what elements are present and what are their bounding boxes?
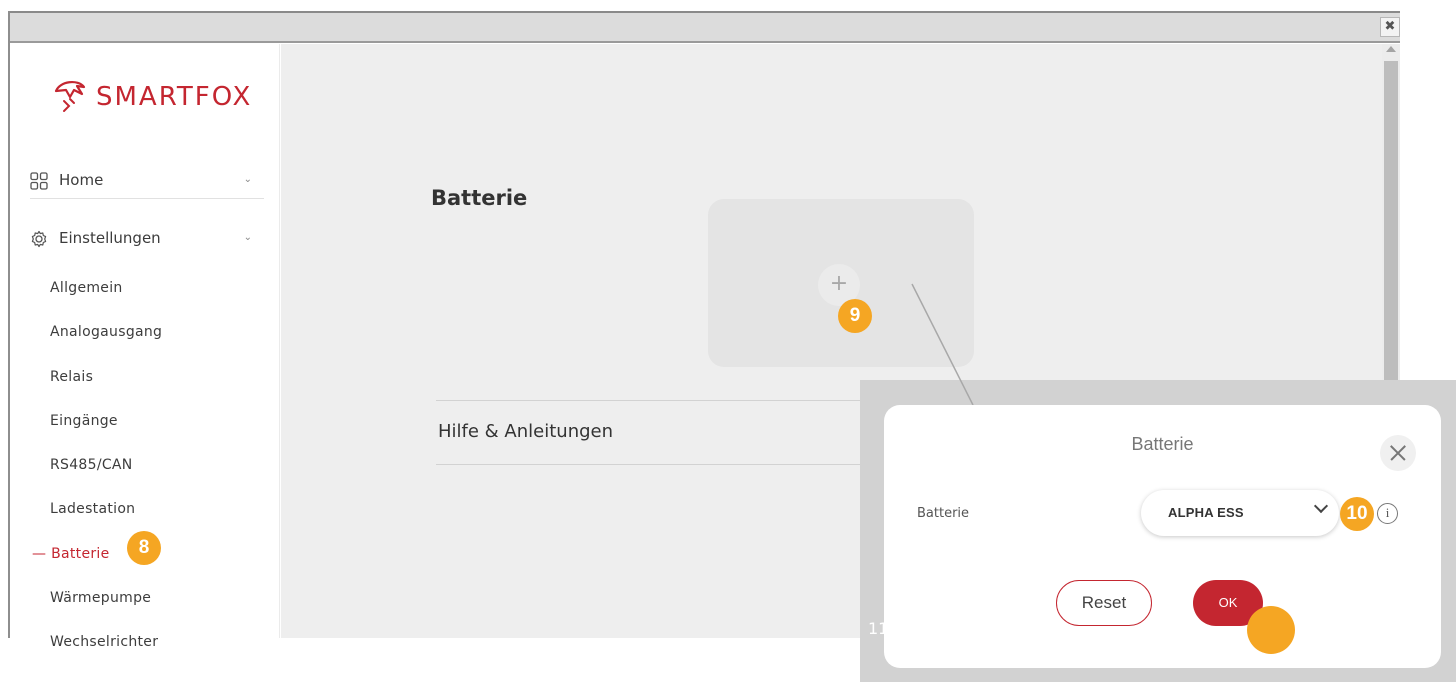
- screenshot: ✖ SMARTFOX Home ⌄ Einstellungen ⌄ Allgem…: [0, 0, 1456, 682]
- page-title: Batterie: [431, 186, 528, 210]
- brand-name: SMARTFOX: [96, 82, 253, 112]
- battery-select-value: ALPHA ESS: [1168, 505, 1244, 520]
- grid-icon: [30, 172, 48, 190]
- active-indicator: —: [32, 546, 47, 562]
- callout-badge-11: [1247, 606, 1295, 654]
- gear-icon: [31, 230, 47, 248]
- add-battery-card[interactable]: +: [708, 199, 974, 367]
- callout-badge-10: 10: [1340, 497, 1374, 531]
- title-bar: ✖: [10, 11, 1400, 43]
- info-icon[interactable]: i: [1377, 503, 1398, 524]
- dialog-title: Batterie: [1131, 434, 1194, 454]
- sidebar-item-wechselrichter[interactable]: Wechselrichter: [50, 634, 158, 650]
- close-icon[interactable]: [1380, 435, 1416, 471]
- sidebar-item-allgemein[interactable]: Allgemein: [50, 280, 123, 296]
- reset-button[interactable]: Reset: [1056, 580, 1152, 626]
- scroll-up-arrow-icon[interactable]: [1386, 46, 1396, 52]
- sidebar-item-batterie[interactable]: — Batterie: [32, 546, 110, 562]
- battery-dialog: Batterie Batterie ALPHA ESS i Reset OK: [884, 405, 1441, 668]
- sidebar-item-relais[interactable]: Relais: [50, 369, 93, 385]
- sidebar-item-rs485-can[interactable]: RS485/CAN: [50, 457, 133, 473]
- chevron-down-icon: ⌄: [243, 174, 252, 185]
- fox-logo-icon: [54, 81, 86, 112]
- nav-settings-label: Einstellungen: [59, 229, 161, 247]
- sidebar-item-eingaenge[interactable]: Eingänge: [50, 413, 118, 429]
- sidebar-item-waermepumpe[interactable]: Wärmepumpe: [50, 590, 151, 606]
- window-close-button[interactable]: ✖: [1380, 17, 1400, 37]
- chevron-down-icon: [1313, 498, 1329, 514]
- sidebar-item-ladestation[interactable]: Ladestation: [50, 501, 135, 517]
- chevron-down-icon: ⌄: [243, 232, 252, 243]
- battery-select[interactable]: ALPHA ESS: [1141, 490, 1339, 536]
- nav-item-einstellungen[interactable]: Einstellungen ⌄: [30, 219, 264, 259]
- sidebar-item-analogausgang[interactable]: Analogausgang: [50, 324, 162, 340]
- callout-badge-9: 9: [838, 299, 872, 333]
- callout-badge-8: 8: [127, 531, 161, 565]
- battery-field-label: Batterie: [917, 506, 970, 521]
- nav-item-home[interactable]: Home ⌄: [30, 161, 264, 201]
- sidebar-item-batterie-label: Batterie: [51, 546, 110, 562]
- nav-home-label: Home: [59, 171, 104, 189]
- nav-divider: [30, 198, 264, 199]
- help-link[interactable]: Hilfe & Anleitungen: [438, 421, 613, 442]
